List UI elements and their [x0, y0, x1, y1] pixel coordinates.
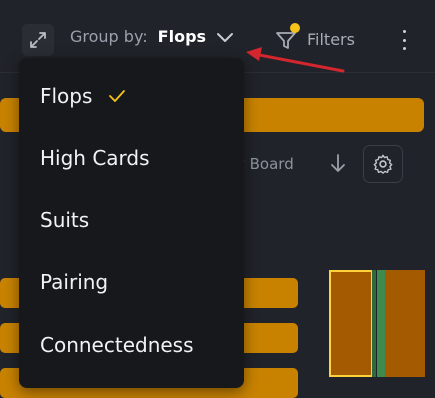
board-column-green — [377, 270, 385, 377]
option-label: High Cards — [40, 146, 150, 170]
expand-button[interactable] — [22, 24, 54, 56]
board-column-selected[interactable] — [329, 270, 373, 377]
group-option-suits[interactable]: Suits — [40, 208, 89, 232]
sort-by-label: y Board — [236, 155, 294, 173]
group-by-value: Flops — [157, 27, 207, 46]
group-option-flops[interactable]: Flops — [40, 84, 126, 108]
expand-icon — [30, 32, 46, 48]
filter-active-indicator — [290, 23, 300, 33]
kebab-menu-icon[interactable] — [396, 30, 412, 50]
arrow-down-icon[interactable] — [328, 152, 348, 174]
settings-button[interactable] — [363, 145, 403, 183]
checkmark-icon — [108, 89, 126, 103]
option-label: Suits — [40, 208, 90, 232]
gear-icon — [373, 154, 393, 174]
board-column-divider — [372, 270, 376, 377]
group-by-selector[interactable]: Group by: Flops — [70, 27, 234, 46]
option-label: Connectedness — [40, 333, 194, 357]
option-label: Flops — [40, 84, 93, 108]
annotation-arrow-icon — [246, 47, 345, 73]
group-option-pairing[interactable]: Pairing — [40, 270, 108, 294]
board-column[interactable] — [385, 270, 425, 377]
group-option-high-cards[interactable]: High Cards — [40, 146, 150, 170]
group-by-label: Group by: — [70, 27, 148, 46]
group-option-connectedness[interactable]: Connectedness — [40, 333, 194, 357]
option-label: Pairing — [40, 270, 109, 294]
group-by-dropdown: Flops High Cards Suits Pairing Connected… — [19, 58, 244, 388]
chevron-down-icon — [216, 31, 234, 43]
